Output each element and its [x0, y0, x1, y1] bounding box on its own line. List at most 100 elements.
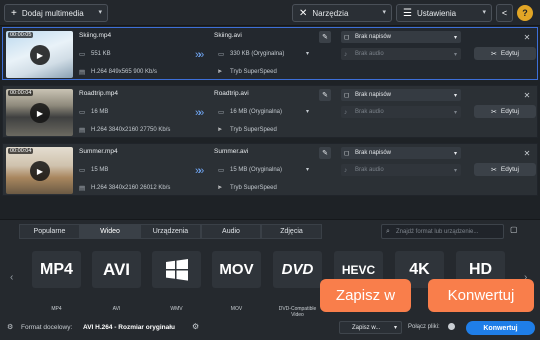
- film-icon: ▤: [79, 127, 86, 134]
- remove-file-button[interactable]: ✕: [521, 147, 533, 159]
- output-format-label: Format docelowy:: [21, 324, 73, 331]
- play-icon: ▶: [36, 108, 44, 118]
- superspeed-label: Tryb SuperSpeed: [230, 127, 277, 133]
- subtitles-value: Brak napisów: [355, 34, 392, 40]
- merge-files-toggle[interactable]: [448, 323, 455, 330]
- format-label: MOV: [230, 306, 243, 312]
- tab-devices[interactable]: Urządzenia: [140, 224, 201, 239]
- format-title: MOV: [219, 261, 254, 278]
- subtitles-dropdown[interactable]: ◻ Brak napisów ▾: [341, 89, 461, 101]
- edit-button[interactable]: ✂ Edytuj: [474, 47, 536, 60]
- add-media-label: Dodaj multimedia: [21, 8, 84, 18]
- file-row[interactable]: 00:00:05 ▶ Skiing.mp4 ▭ 551 KB ▤ H.264 8…: [2, 27, 538, 80]
- chevron-down-icon[interactable]: ▾: [306, 50, 309, 57]
- format-tile-dvd[interactable]: DVD: [273, 251, 322, 288]
- help-button[interactable]: ?: [517, 5, 533, 21]
- chevron-down-icon[interactable]: ▾: [306, 166, 309, 173]
- save-to-dropdown[interactable]: Zapisz w... ▾: [339, 321, 402, 334]
- output-filename[interactable]: Roadtrip.avi: [214, 90, 249, 97]
- subtitles-dropdown[interactable]: ◻ Brak napisów ▾: [341, 31, 461, 43]
- add-media-button[interactable]: + Dodaj multimedia ▾: [4, 4, 108, 22]
- format-tile-mp4[interactable]: MP4: [32, 251, 81, 288]
- tab-popular[interactable]: Popularne: [19, 224, 80, 239]
- edit-label: Edytuj: [500, 166, 519, 173]
- file-icon: ▭: [79, 109, 86, 116]
- file-icon: ▭: [218, 167, 225, 174]
- close-icon: ✕: [523, 32, 531, 42]
- share-button[interactable]: <: [496, 4, 513, 22]
- chevron-down-icon: ▾: [453, 150, 457, 157]
- convert-button[interactable]: Konwertuj: [466, 321, 535, 335]
- device-detect-button[interactable]: ▢: [510, 225, 524, 238]
- format-tile-wmv[interactable]: [152, 251, 201, 288]
- format-title: AVI: [102, 259, 131, 279]
- format-tile-avi[interactable]: AVI: [92, 251, 141, 288]
- convert-arrow-icon: »»: [195, 165, 204, 177]
- format-search-field[interactable]: ⌕ Znajdź format lub urządzenie...: [381, 224, 504, 239]
- edit-label: Edytuj: [500, 50, 519, 57]
- tab-label: Urządzenia: [152, 228, 189, 235]
- tab-photos[interactable]: Zdjęcia: [261, 224, 322, 239]
- output-filename[interactable]: Summer.avi: [214, 148, 248, 155]
- source-filename: Roadtrip.mp4: [79, 90, 119, 97]
- rename-button[interactable]: ✎: [319, 31, 331, 43]
- file-row[interactable]: 00:00:04 ▶ Summer.mp4 ▭ 15 MB ▤ H.264 38…: [2, 143, 538, 196]
- remove-file-button[interactable]: ✕: [521, 31, 533, 43]
- convert-arrow-icon: »»: [195, 49, 204, 61]
- chevron-down-icon: ▾: [453, 34, 457, 41]
- format-tile-mov[interactable]: MOV: [212, 251, 261, 288]
- convert-label: Konwertuj: [483, 324, 518, 332]
- video-thumbnail[interactable]: 00:00:05 ▶: [6, 31, 73, 78]
- chevron-down-icon: ▾: [98, 9, 102, 16]
- output-format-value[interactable]: AVI H.264 - Rozmiar oryginału: [83, 324, 175, 331]
- tools-label: Narzędzia: [312, 8, 349, 18]
- tab-label: Audio: [222, 228, 240, 235]
- superspeed-icon: ⫸: [218, 126, 222, 133]
- scroll-left-arrow[interactable]: ‹: [10, 272, 13, 283]
- save-to-value: Zapisz w...: [352, 324, 381, 331]
- tools-menu-button[interactable]: ✕ Narzędzia ▾: [292, 4, 392, 22]
- audio-icon: ♪: [344, 108, 348, 116]
- video-thumbnail[interactable]: 00:00:04 ▶: [6, 89, 73, 136]
- subtitles-dropdown[interactable]: ◻ Brak napisów ▾: [341, 147, 461, 159]
- format-title: DVD: [281, 261, 314, 278]
- scissors-icon: ✂: [491, 108, 497, 116]
- play-button[interactable]: ▶: [30, 103, 50, 123]
- close-icon: ✕: [523, 90, 531, 100]
- format-label: MP4: [51, 306, 62, 312]
- pencil-icon: ✎: [322, 150, 328, 157]
- search-icon: ⌕: [386, 227, 390, 235]
- pencil-icon: ✎: [322, 34, 328, 41]
- play-button[interactable]: ▶: [30, 45, 50, 65]
- audio-dropdown[interactable]: ♪ Brak audio ▾: [341, 106, 461, 118]
- rename-button[interactable]: ✎: [319, 89, 331, 101]
- tab-label: Zdjęcia: [280, 228, 303, 235]
- file-row[interactable]: 00:00:04 ▶ Roadtrip.mp4 ▭ 16 MB ▤ H.264 …: [2, 85, 538, 138]
- chevron-down-icon[interactable]: ▾: [306, 108, 309, 115]
- tab-video[interactable]: Wideo: [80, 224, 140, 239]
- source-codec: H.264 849x565 900 Kb/s: [91, 69, 158, 75]
- file-icon: ▭: [218, 109, 225, 116]
- output-size[interactable]: 15 MB (Oryginalna): [230, 167, 282, 173]
- tab-audio[interactable]: Audio: [201, 224, 261, 239]
- merge-files-label: Połącz pliki:: [408, 324, 440, 330]
- output-filename[interactable]: Skiing.avi: [214, 32, 242, 39]
- output-size[interactable]: 330 KB (Oryginalna): [230, 51, 284, 57]
- video-thumbnail[interactable]: 00:00:04 ▶: [6, 147, 73, 194]
- format-settings-icon[interactable]: ⚙: [192, 322, 199, 331]
- audio-dropdown[interactable]: ♪ Brak audio ▾: [341, 164, 461, 176]
- settings-menu-button[interactable]: ☰ Ustawienia ▾: [396, 4, 492, 22]
- rename-button[interactable]: ✎: [319, 147, 331, 159]
- gear-small-icon[interactable]: ⚙: [7, 323, 13, 331]
- play-button[interactable]: ▶: [30, 161, 50, 181]
- subtitles-value: Brak napisów: [355, 150, 392, 156]
- file-icon: ▭: [79, 51, 86, 58]
- duration-label: 00:00:04: [8, 90, 34, 96]
- edit-button[interactable]: ✂ Edytuj: [474, 105, 536, 118]
- superspeed-icon: ⫸: [218, 184, 222, 191]
- audio-dropdown[interactable]: ♪ Brak audio ▾: [341, 48, 461, 60]
- output-size[interactable]: 16 MB (Oryginalna): [230, 109, 282, 115]
- edit-button[interactable]: ✂ Edytuj: [474, 163, 536, 176]
- remove-file-button[interactable]: ✕: [521, 89, 533, 101]
- settings-icon: ☰: [403, 7, 412, 19]
